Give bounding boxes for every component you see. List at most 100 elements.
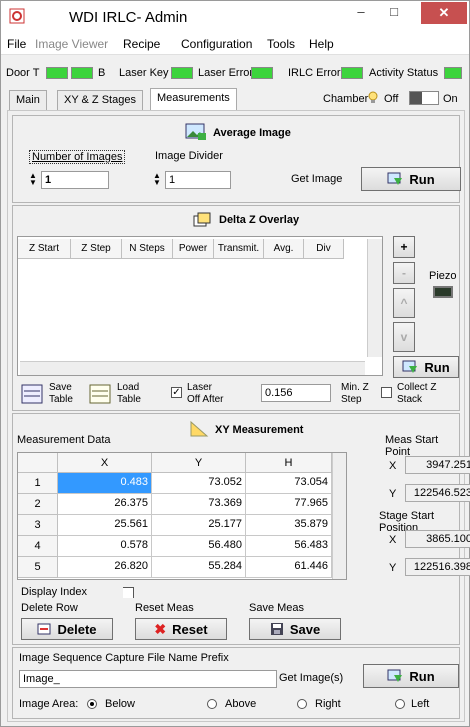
sequence-run-label: Run: [409, 668, 435, 684]
table-cell[interactable]: 73.369: [152, 494, 246, 515]
area-above-radio[interactable]: [207, 699, 217, 709]
delta-run-button[interactable]: Run: [393, 356, 459, 378]
move-down-button[interactable]: v: [393, 322, 415, 352]
menu-recipe[interactable]: Recipe: [123, 37, 160, 51]
xy-measurement-section: XY Measurement Measurement Data Meas Sta…: [12, 413, 470, 645]
activity-status-label: Activity Status: [369, 67, 439, 79]
table-cell[interactable]: 56.480: [152, 536, 246, 557]
measurement-table[interactable]: X Y H 1 0.483 73.052 73.054 2 26.375 73.…: [17, 452, 347, 580]
col-div[interactable]: Div: [304, 239, 344, 259]
image-divider-spinner[interactable]: ▲ ▼: [153, 172, 163, 187]
area-left-radio[interactable]: [395, 699, 405, 709]
delta-z-vscrollbar[interactable]: [367, 239, 382, 357]
table-cell[interactable]: 73.052: [152, 473, 246, 494]
table-cell[interactable]: 77.965: [246, 494, 332, 515]
tab-main[interactable]: Main: [9, 90, 47, 111]
add-row-button[interactable]: +: [393, 236, 415, 258]
load-table-icon[interactable]: [89, 384, 111, 404]
floppy-icon: [270, 623, 283, 635]
display-index-label: Display Index: [21, 586, 88, 598]
col-avg[interactable]: Avg.: [264, 239, 304, 259]
laser-off-after-checkbox[interactable]: ✓: [171, 387, 182, 398]
area-above-label: Above: [225, 698, 257, 710]
image-sequence-section: Image Sequence Capture File Name Prefix …: [12, 647, 460, 719]
col-power[interactable]: Power: [173, 239, 214, 259]
app-window: WDI IRLC- Admin – □ ✕ File Image Viewer …: [0, 0, 470, 727]
image-icon: [185, 123, 206, 140]
close-button[interactable]: ✕: [421, 2, 467, 24]
table-cell[interactable]: 25.177: [152, 515, 246, 536]
tab-xy-z-stages[interactable]: XY & Z Stages: [57, 90, 143, 111]
reset-button[interactable]: ✖ Reset: [135, 618, 227, 640]
chamber-toggle[interactable]: [409, 91, 439, 105]
save-button[interactable]: Save: [249, 618, 341, 640]
stage-start-x-value: 3865.100: [405, 530, 470, 548]
number-of-images-input[interactable]: 1: [41, 171, 109, 189]
col-z-step[interactable]: Z Step: [71, 239, 122, 259]
image-divider-input[interactable]: 1: [165, 171, 231, 189]
tab-measurements[interactable]: Measurements: [150, 88, 237, 111]
table-cell[interactable]: 0.578: [58, 536, 152, 557]
table-cell[interactable]: 35.879: [246, 515, 332, 536]
load-table-label[interactable]: Load Table: [117, 382, 141, 406]
table-cell[interactable]: 55.284: [152, 557, 246, 578]
image-divider-label: Image Divider: [155, 150, 223, 162]
move-up-button[interactable]: ^: [393, 288, 415, 318]
col-x[interactable]: X: [58, 453, 152, 473]
piezo-label: Piezo: [429, 270, 457, 282]
menu-file[interactable]: File: [7, 37, 26, 51]
min-z-step-input[interactable]: 0.156: [261, 384, 331, 402]
col-h[interactable]: H: [246, 453, 332, 473]
min-z-step-label: Min. Z Step: [341, 382, 369, 405]
table-cell[interactable]: 26.820: [58, 557, 152, 578]
minimize-button[interactable]: –: [346, 1, 376, 23]
col-y[interactable]: Y: [152, 453, 246, 473]
activity-status-led: [444, 67, 462, 79]
irlc-error-label: IRLC Error: [288, 67, 341, 79]
meas-y-label: Y: [389, 488, 397, 500]
delete-button[interactable]: Delete: [21, 618, 113, 640]
col-z-start[interactable]: Z Start: [18, 239, 71, 259]
save-table-label[interactable]: Save Table: [49, 382, 73, 406]
area-right-radio[interactable]: [297, 699, 307, 709]
meas-start-y-value: 122546.523: [405, 484, 470, 502]
average-image-section: Average Image Number of Images Image Div…: [12, 115, 461, 203]
irlc-error-led: [341, 67, 363, 79]
laser-key-label: Laser Key: [119, 67, 169, 79]
number-of-images-label: Number of Images: [29, 150, 126, 164]
menu-help[interactable]: Help: [309, 37, 334, 51]
number-of-images-spinner[interactable]: ▲ ▼: [29, 172, 39, 187]
lightbulb-icon: [368, 91, 378, 103]
piezo-led: [433, 286, 453, 298]
menu-configuration[interactable]: Configuration: [181, 37, 252, 51]
table-cell[interactable]: 73.054: [246, 473, 332, 494]
col-transmit[interactable]: Transmit.: [214, 239, 264, 259]
collect-z-stack-checkbox[interactable]: [381, 387, 392, 398]
sequence-run-button[interactable]: Run: [363, 664, 459, 688]
average-run-button[interactable]: Run: [361, 167, 461, 191]
collect-z-stack-label: Collect Z Stack: [397, 382, 437, 405]
menu-tools[interactable]: Tools: [267, 37, 295, 51]
delta-z-table[interactable]: Z Start Z Step N Steps Power Transmit. A…: [17, 236, 383, 376]
table-cell[interactable]: 0.483: [58, 473, 152, 494]
save-table-icon[interactable]: [21, 384, 43, 404]
run-icon: [387, 172, 403, 185]
col-n-steps[interactable]: N Steps: [122, 239, 173, 259]
delete-icon: [37, 623, 51, 635]
ruler-icon: [190, 420, 209, 437]
measurement-vscrollbar[interactable]: [332, 453, 346, 579]
sequence-prefix-input[interactable]: Image_: [19, 670, 277, 688]
maximize-button[interactable]: □: [379, 1, 409, 23]
delta-z-hscrollbar[interactable]: [20, 361, 365, 375]
display-index-checkbox[interactable]: [123, 587, 134, 598]
table-cell[interactable]: 25.561: [58, 515, 152, 536]
area-below-radio[interactable]: [87, 699, 97, 709]
app-icon: [9, 8, 25, 24]
title-bar: WDI IRLC- Admin – □ ✕: [1, 1, 469, 33]
remove-row-button[interactable]: -: [393, 262, 415, 284]
menu-image-viewer[interactable]: Image Viewer: [35, 37, 108, 51]
table-cell[interactable]: 56.483: [246, 536, 332, 557]
row-index: 3: [18, 515, 58, 536]
table-cell[interactable]: 26.375: [58, 494, 152, 515]
table-cell[interactable]: 61.446: [246, 557, 332, 578]
